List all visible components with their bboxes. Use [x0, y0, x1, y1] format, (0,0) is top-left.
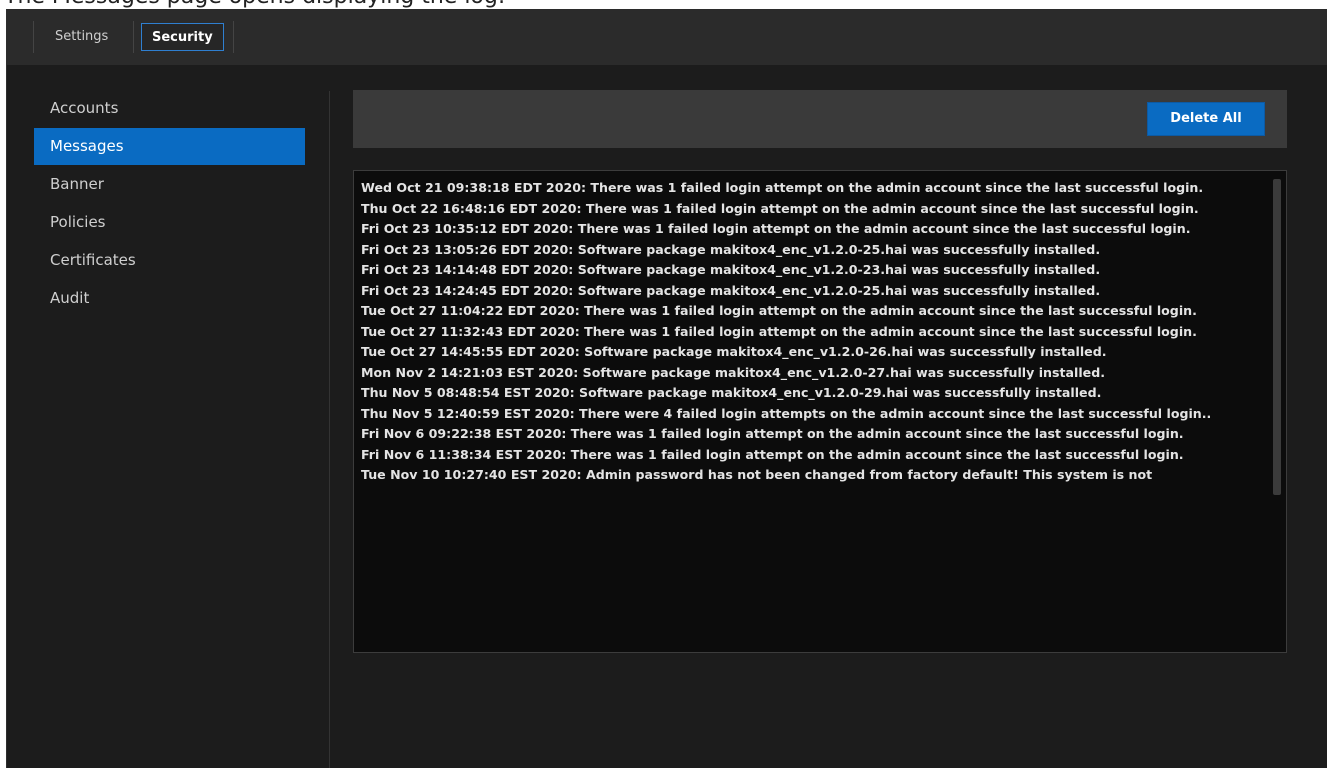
delete-all-button[interactable]: Delete All	[1147, 102, 1265, 136]
log-line: Thu Nov 5 12:40:59 EST 2020: There were …	[361, 405, 1212, 421]
log-line: Fri Nov 6 11:38:34 EST 2020: There was 1…	[361, 446, 1184, 462]
tab-separator	[133, 21, 134, 53]
page-caption-strip: The Messages page opens displaying the l…	[0, 0, 1327, 9]
sidebar-item-messages[interactable]: Messages	[34, 128, 305, 165]
tab-security[interactable]: Security	[141, 23, 224, 51]
log-line: Tue Oct 27 11:04:22 EDT 2020: There was …	[361, 303, 1197, 318]
top-tab-bar: Settings Security	[7, 9, 1327, 65]
log-line: Fri Oct 23 10:35:12 EDT 2020: There was …	[361, 221, 1191, 236]
sidebar-divider	[329, 91, 330, 768]
tab-separator	[233, 21, 234, 53]
message-log[interactable]: Wed Oct 21 09:38:18 EDT 2020: There was …	[353, 170, 1287, 653]
sidebar-item-banner[interactable]: Banner	[34, 166, 305, 203]
log-line: Thu Oct 22 16:48:16 EDT 2020: There was …	[361, 200, 1199, 216]
log-line: Thu Nov 5 08:48:54 EST 2020: Software pa…	[361, 385, 1102, 400]
tab-separator	[33, 21, 34, 53]
log-line: Fri Oct 23 14:24:45 EDT 2020: Software p…	[361, 282, 1101, 298]
security-sidebar: Accounts Messages Banner Policies Certif…	[7, 65, 327, 768]
page-caption: The Messages page opens displaying the l…	[4, 0, 505, 9]
security-app-window: Settings Security Accounts Messages Bann…	[6, 9, 1327, 768]
log-line: Tue Nov 10 10:27:40 EST 2020: Admin pass…	[361, 467, 1153, 482]
log-line: Fri Oct 23 13:05:26 EDT 2020: Software p…	[361, 241, 1101, 257]
log-line: Wed Oct 21 09:38:18 EDT 2020: There was …	[361, 180, 1204, 195]
tab-settings[interactable]: Settings	[45, 23, 118, 51]
log-line: Tue Oct 27 14:45:55 EDT 2020: Software p…	[361, 344, 1107, 359]
log-line: Fri Nov 6 09:22:38 EST 2020: There was 1…	[361, 426, 1184, 441]
sidebar-item-policies[interactable]: Policies	[34, 204, 305, 241]
sidebar-item-audit[interactable]: Audit	[34, 280, 305, 317]
log-line: Fri Oct 23 14:14:48 EDT 2020: Software p…	[361, 262, 1101, 277]
sidebar-item-accounts[interactable]: Accounts	[34, 90, 305, 127]
log-scrollbar[interactable]	[1273, 179, 1281, 495]
messages-toolbar: Delete All	[353, 90, 1287, 148]
log-line: Tue Oct 27 11:32:43 EDT 2020: There was …	[361, 323, 1197, 339]
log-line: Mon Nov 2 14:21:03 EST 2020: Software pa…	[361, 364, 1105, 380]
log-text: Wed Oct 21 09:38:18 EDT 2020: There was …	[361, 178, 1273, 486]
sidebar-item-certificates[interactable]: Certificates	[34, 242, 305, 279]
